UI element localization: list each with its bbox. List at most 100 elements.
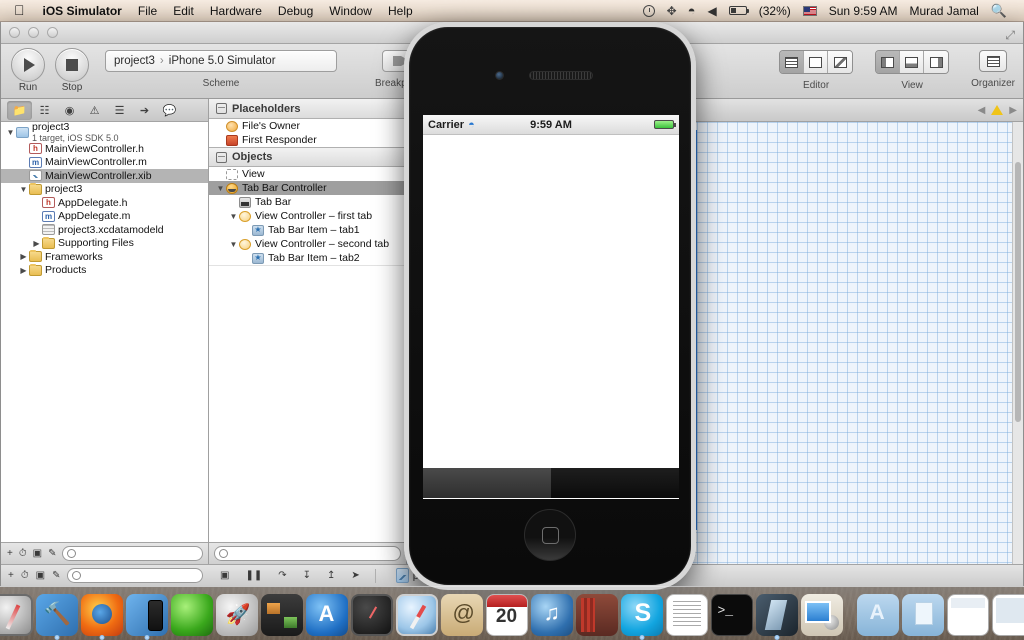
dock-item-skype[interactable] bbox=[621, 594, 663, 636]
dock[interactable]: 20 bbox=[0, 586, 1024, 640]
view-segmented-control[interactable] bbox=[875, 50, 949, 74]
ios-tab-bar[interactable] bbox=[423, 468, 679, 498]
dock-item-itunes[interactable] bbox=[531, 594, 573, 636]
project-navigator-tab[interactable]: 📁 bbox=[7, 101, 32, 120]
menu-item-window[interactable]: Window bbox=[321, 1, 380, 21]
dock-item-launchpad[interactable] bbox=[216, 594, 258, 636]
step-over-icon[interactable]: ↷ bbox=[277, 570, 287, 581]
toggle-debug-area-button[interactable] bbox=[900, 51, 924, 73]
home-button[interactable] bbox=[524, 509, 576, 561]
canvas-vertical-scrollbar[interactable] bbox=[1012, 122, 1023, 564]
issue-navigator-tab[interactable]: ⚠ bbox=[82, 101, 107, 120]
navigator-row[interactable]: project3.xcdatamodeld bbox=[1, 223, 208, 237]
breakpoint-navigator-tab[interactable]: ➔ bbox=[132, 101, 157, 120]
outline-row[interactable]: ★Tab Bar Item – tab2 bbox=[209, 251, 406, 265]
outline-row[interactable]: ▼View Controller – first tab bbox=[209, 209, 406, 223]
menu-item-file[interactable]: File bbox=[130, 1, 165, 21]
ios-tab-item-1[interactable] bbox=[423, 468, 551, 498]
apple-menu-icon[interactable]:  bbox=[6, 3, 35, 19]
dock-item-system-preferences[interactable] bbox=[0, 594, 33, 636]
symbol-navigator-tab[interactable]: ◉ bbox=[57, 101, 82, 120]
disclosure-triangle[interactable]: ▼ bbox=[215, 184, 226, 193]
step-out-icon[interactable]: ↥ bbox=[326, 570, 336, 581]
scheme-selector[interactable]: project3 › iPhone 5.0 Simulator bbox=[105, 50, 337, 72]
placeholders-list[interactable]: File's OwnerFirst Responder bbox=[209, 119, 406, 147]
outline-row[interactable]: ▼View Controller – second tab bbox=[209, 237, 406, 251]
navigator-row[interactable]: mAppDelegate.m bbox=[1, 210, 208, 224]
navigator-row[interactable]: MainViewController.xib bbox=[1, 169, 208, 183]
next-issue-icon[interactable]: ▶ bbox=[1009, 105, 1017, 116]
run-button[interactable] bbox=[11, 48, 45, 82]
dock-item-dark-app[interactable] bbox=[756, 594, 798, 636]
clock-menu-icon[interactable] bbox=[638, 5, 660, 17]
outline-row[interactable]: View bbox=[209, 167, 406, 181]
dock-item-safari[interactable] bbox=[396, 594, 438, 636]
spotlight-search-icon[interactable]: 🔍 bbox=[986, 3, 1012, 19]
outline-row[interactable]: ▼Tab Bar Controller bbox=[209, 181, 406, 195]
battery-menu-icon[interactable] bbox=[724, 6, 752, 15]
user-name-label[interactable]: Murad Jamal bbox=[904, 4, 983, 18]
source-control-navigator-tab[interactable]: ☷ bbox=[32, 101, 57, 120]
outline-filter-field[interactable] bbox=[214, 546, 401, 561]
navigator-row[interactable]: ▶Products bbox=[1, 264, 208, 278]
dock-item-documents-folder[interactable] bbox=[902, 594, 944, 636]
outline-row[interactable]: Tab Bar bbox=[209, 195, 406, 209]
dock-item-downloads-stack-2[interactable] bbox=[992, 594, 1024, 636]
add-icon[interactable]: + bbox=[7, 570, 15, 581]
navigator-row[interactable]: hAppDelegate.h bbox=[1, 196, 208, 210]
previous-issue-icon[interactable]: ◀ bbox=[978, 105, 986, 116]
disclosure-triangle[interactable]: ▶ bbox=[18, 252, 29, 261]
dock-item-green-app[interactable] bbox=[171, 594, 213, 636]
dock-item-calendar[interactable]: 20 bbox=[486, 594, 528, 636]
app-content-view[interactable] bbox=[423, 135, 679, 468]
dock-item-terminal[interactable] bbox=[711, 594, 753, 636]
menu-item-edit[interactable]: Edit bbox=[165, 1, 202, 21]
menu-item-hardware[interactable]: Hardware bbox=[202, 1, 270, 21]
log-navigator-tab[interactable]: 💬 bbox=[157, 101, 182, 120]
navigator-row[interactable]: hMainViewController.h bbox=[1, 142, 208, 156]
ios-tab-item-2[interactable] bbox=[551, 468, 679, 498]
step-into-icon[interactable]: ↧ bbox=[302, 570, 312, 581]
pause-icon[interactable]: ❚❚ bbox=[244, 570, 263, 581]
volume-menu-icon[interactable]: ◀ bbox=[702, 4, 721, 18]
toggle-utilities-button[interactable] bbox=[924, 51, 948, 73]
dock-item-textedit[interactable] bbox=[666, 594, 708, 636]
navigator-row[interactable]: mMainViewController.m bbox=[1, 156, 208, 170]
disclosure-triangle[interactable]: ▼ bbox=[5, 128, 16, 137]
navigator-row[interactable]: ▶Frameworks bbox=[1, 250, 208, 264]
editor-standard-button[interactable] bbox=[780, 51, 804, 73]
menu-item-debug[interactable]: Debug bbox=[270, 1, 321, 21]
panel-icon[interactable]: ▣ bbox=[35, 570, 46, 581]
disclosure-triangle[interactable]: ▼ bbox=[18, 185, 29, 194]
project-navigator-tree[interactable]: ▼project31 target, iOS SDK 5.0hMainViewC… bbox=[1, 122, 208, 542]
disclosure-triangle[interactable]: ▶ bbox=[31, 239, 42, 248]
navigator-row[interactable]: ▼project31 target, iOS SDK 5.0 bbox=[1, 122, 208, 142]
test-navigator-tab[interactable]: ☰ bbox=[107, 101, 132, 120]
editor-segmented-control[interactable] bbox=[779, 50, 853, 74]
dock-item-downloads-stack[interactable] bbox=[947, 594, 989, 636]
edit-icon[interactable]: ✎ bbox=[51, 570, 61, 581]
dock-item-mission-control[interactable] bbox=[261, 594, 303, 636]
dock-item-firefox[interactable] bbox=[81, 594, 123, 636]
toggle-navigator-button[interactable] bbox=[876, 51, 900, 73]
wifi-menu-icon[interactable]: ◓ bbox=[683, 3, 701, 18]
warning-icon[interactable] bbox=[991, 105, 1003, 115]
navigator-filter-field[interactable] bbox=[62, 546, 204, 561]
outline-row[interactable]: First Responder bbox=[209, 133, 406, 147]
organizer-button[interactable] bbox=[979, 50, 1007, 72]
dock-item-address-book[interactable] bbox=[441, 594, 483, 636]
disclosure-triangle[interactable]: ▼ bbox=[228, 240, 239, 249]
editor-assistant-button[interactable] bbox=[804, 51, 828, 73]
dock-item-iphoto[interactable] bbox=[801, 594, 843, 636]
fullscreen-expand-icon[interactable]: ⤢ bbox=[1005, 28, 1015, 43]
location-icon[interactable]: ➤ bbox=[350, 570, 360, 581]
menu-item-app[interactable]: iOS Simulator bbox=[35, 1, 130, 21]
outline-row[interactable]: File's Owner bbox=[209, 119, 406, 133]
hide-debug-area-icon[interactable]: ▣ bbox=[219, 570, 230, 581]
bluetooth-menu-icon[interactable]: ✥ bbox=[662, 4, 681, 18]
add-file-icon[interactable]: + bbox=[6, 548, 14, 559]
recent-files-filter-icon[interactable]: ⏱ bbox=[18, 548, 28, 559]
ios-simulator-window[interactable]: Carrier ◓ 9:59 AM bbox=[404, 22, 696, 590]
dock-item-dashboard[interactable] bbox=[351, 594, 393, 636]
objects-list[interactable]: View▼Tab Bar ControllerTab Bar▼View Cont… bbox=[209, 167, 406, 265]
